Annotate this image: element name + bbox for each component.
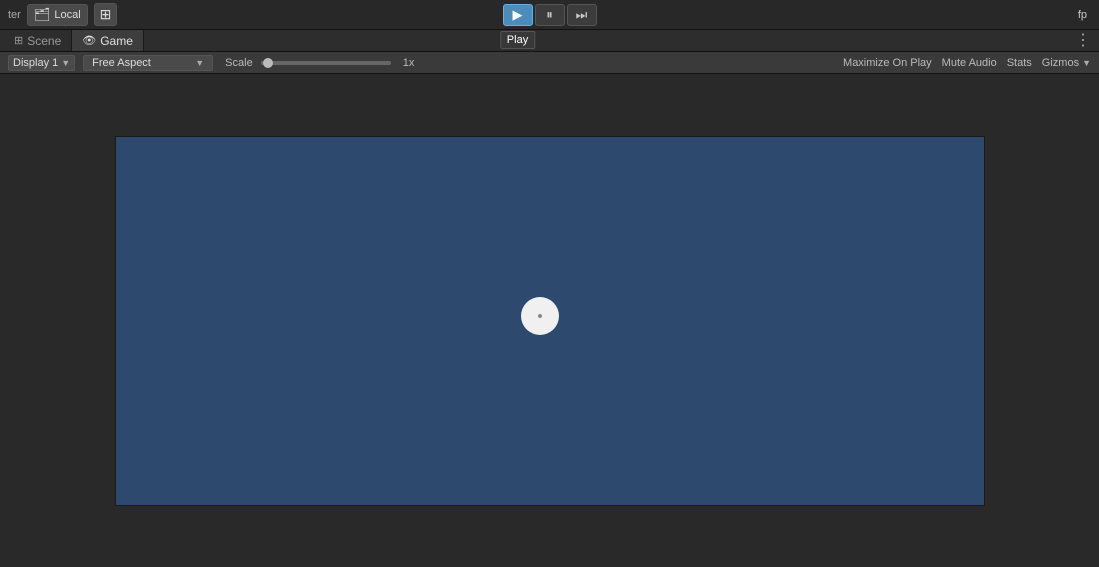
tab-game[interactable]: 👁 Game [72,30,144,51]
play-tooltip: Play [500,31,535,49]
game-object-core [538,314,542,318]
scene-tab-icon: ⊞ [14,34,23,47]
toolbar-left: ter 🗂 Local ⊞ [8,3,117,26]
scale-thumb [263,58,273,68]
scene-tab-label: Scene [27,34,61,48]
local-label: Local [54,9,80,21]
local-button[interactable]: 🗂 Local [27,4,88,26]
pause-icon: ⏸ [546,7,553,23]
viewport-container [0,74,1099,567]
mute-audio-button[interactable]: Mute Audio [942,57,997,69]
play-icon: ▶ [513,7,523,23]
aspect-select[interactable]: Free Aspect ▼ [83,55,213,71]
tab-bar: ⊞ Scene 👁 Game ⋮ [0,30,1099,52]
scale-value: 1x [403,57,415,69]
aspect-label: Free Aspect [92,57,151,69]
step-button[interactable]: ⏭ [567,4,597,26]
options-right: Maximize On Play Mute Audio Stats Gizmos… [843,57,1091,69]
display-dropdown-arrow: ▼ [61,58,70,68]
tab-more-button[interactable]: ⋮ [1067,30,1099,52]
game-tab-label: Game [100,34,133,48]
play-controls: ▶ Play ⏸ ⏭ [503,4,597,26]
scale-track [261,61,391,65]
game-tab-icon: 👁 [82,34,96,47]
display-select[interactable]: Display 1 ▼ [8,55,75,71]
game-object [521,297,559,335]
main-content: ⊞ Scene 👁 Game ⋮ Display 1 ▼ Free Aspect… [0,30,1099,567]
aspect-dropdown-arrow: ▼ [195,58,204,68]
display-label: Display 1 [13,57,58,69]
gizmos-dropdown-arrow: ▼ [1082,58,1091,68]
grid-icon: ⊞ [100,6,112,23]
gizmos-button[interactable]: Gizmos ▼ [1042,57,1091,69]
maximize-on-play-button[interactable]: Maximize On Play [843,57,932,69]
options-bar: Display 1 ▼ Free Aspect ▼ Scale 1x Maxim… [0,52,1099,74]
tab-scene[interactable]: ⊞ Scene [4,30,72,51]
gizmos-label: Gizmos [1042,57,1079,69]
game-view [115,136,985,506]
local-icon: 🗂 [34,7,51,23]
stats-button[interactable]: Stats [1007,57,1032,69]
top-toolbar: ter 🗂 Local ⊞ ▶ Play ⏸ ⏭ fp [0,0,1099,30]
grid-button[interactable]: ⊞ [94,3,118,26]
play-button[interactable]: ▶ Play [503,4,533,26]
step-icon: ⏭ [576,7,588,23]
toolbar-right: fp [1074,7,1091,23]
scale-slider[interactable] [261,61,391,65]
scale-label: Scale [225,57,253,69]
pause-button[interactable]: ⏸ [535,4,565,26]
toolbar-left-text: ter [8,9,21,21]
toolbar-right-btn[interactable]: fp [1074,7,1091,23]
